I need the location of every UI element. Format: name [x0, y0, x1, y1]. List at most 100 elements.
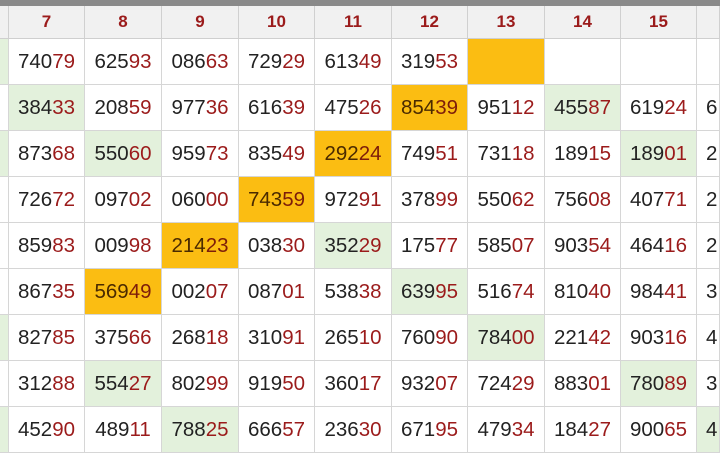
result-cell[interactable]	[0, 223, 9, 269]
result-cell[interactable]	[0, 85, 9, 131]
result-cell[interactable]: 731 18	[468, 131, 545, 177]
result-cell[interactable]: 959 73	[162, 131, 239, 177]
column-header[interactable]: 12	[392, 6, 468, 39]
result-cell[interactable]: 310 91	[239, 315, 315, 361]
result-cell[interactable]: 3	[697, 361, 720, 407]
result-cell[interactable]: 489 11	[85, 407, 162, 453]
result-cell[interactable]	[0, 407, 9, 453]
result-cell[interactable]: 883 01	[545, 361, 621, 407]
result-cell[interactable]: 835 49	[239, 131, 315, 177]
result-cell[interactable]: 919 50	[239, 361, 315, 407]
result-cell[interactable]: 984 41	[621, 269, 697, 315]
result-cell[interactable]: 097 02	[85, 177, 162, 223]
column-header[interactable]: 9	[162, 6, 239, 39]
result-cell[interactable]: 175 77	[392, 223, 468, 269]
column-header[interactable]: 10	[239, 6, 315, 39]
result-cell[interactable]: 760 90	[392, 315, 468, 361]
result-cell[interactable]	[697, 39, 720, 85]
result-cell[interactable]	[0, 315, 9, 361]
result-cell[interactable]: 550 60	[85, 131, 162, 177]
result-cell[interactable]: 214 23	[162, 223, 239, 269]
result-cell[interactable]: 729 29	[239, 39, 315, 85]
result-cell[interactable]: 2	[697, 131, 720, 177]
result-cell[interactable]: 873 68	[9, 131, 85, 177]
result-cell[interactable]: 360 17	[315, 361, 392, 407]
result-cell[interactable]: 613 49	[315, 39, 392, 85]
result-cell[interactable]: 724 29	[468, 361, 545, 407]
result-cell[interactable]: 903 16	[621, 315, 697, 361]
result-cell[interactable]: 932 07	[392, 361, 468, 407]
result-cell[interactable]: 384 33	[9, 85, 85, 131]
result-cell[interactable]	[0, 131, 9, 177]
result-cell[interactable]: 743 59	[239, 177, 315, 223]
column-header[interactable]	[697, 6, 720, 39]
result-cell[interactable]: 4	[697, 315, 720, 361]
result-cell[interactable]: 903 54	[545, 223, 621, 269]
result-cell[interactable]: 616 39	[239, 85, 315, 131]
result-cell[interactable]: 002 07	[162, 269, 239, 315]
result-cell[interactable]: 009 98	[85, 223, 162, 269]
result-cell[interactable]: 6	[697, 85, 720, 131]
result-cell[interactable]: 859 83	[9, 223, 85, 269]
result-cell[interactable]: 827 85	[9, 315, 85, 361]
result-cell[interactable]: 854 39	[392, 85, 468, 131]
result-cell[interactable]	[621, 39, 697, 85]
result-cell[interactable]: 900 65	[621, 407, 697, 453]
result-cell[interactable]: 464 16	[621, 223, 697, 269]
result-cell[interactable]: 619 24	[621, 85, 697, 131]
result-cell[interactable]: 516 74	[468, 269, 545, 315]
result-cell[interactable]: 407 71	[621, 177, 697, 223]
result-cell[interactable]: 2	[697, 177, 720, 223]
result-cell[interactable]: 977 36	[162, 85, 239, 131]
result-cell[interactable]	[0, 177, 9, 223]
result-cell[interactable]: 268 18	[162, 315, 239, 361]
result-cell[interactable]: 784 00	[468, 315, 545, 361]
column-header[interactable]: 15	[621, 6, 697, 39]
result-cell[interactable]: 479 34	[468, 407, 545, 453]
result-cell[interactable]: 038 30	[239, 223, 315, 269]
result-cell[interactable]: 810 40	[545, 269, 621, 315]
result-cell[interactable]: 780 89	[621, 361, 697, 407]
result-cell[interactable]: 554 27	[85, 361, 162, 407]
result-cell[interactable]: 060 00	[162, 177, 239, 223]
column-header[interactable]: 14	[545, 6, 621, 39]
result-cell[interactable]: 086 63	[162, 39, 239, 85]
result-cell[interactable]: 802 99	[162, 361, 239, 407]
column-header[interactable]: 11	[315, 6, 392, 39]
column-header[interactable]	[0, 6, 9, 39]
result-cell[interactable]: 087 01	[239, 269, 315, 315]
result-cell[interactable]: 4	[697, 407, 720, 453]
result-cell[interactable]: 319 53	[392, 39, 468, 85]
result-cell[interactable]: 585 07	[468, 223, 545, 269]
result-cell[interactable]: 756 08	[545, 177, 621, 223]
result-cell[interactable]: 236 30	[315, 407, 392, 453]
result-cell[interactable]: 352 29	[315, 223, 392, 269]
column-header[interactable]: 8	[85, 6, 162, 39]
result-cell[interactable]: 475 26	[315, 85, 392, 131]
result-cell[interactable]: 569 49	[85, 269, 162, 315]
result-cell[interactable]: 375 66	[85, 315, 162, 361]
column-header[interactable]: 7	[9, 6, 85, 39]
result-cell[interactable]: 221 42	[545, 315, 621, 361]
result-cell[interactable]: 550 62	[468, 177, 545, 223]
result-cell[interactable]: 312 88	[9, 361, 85, 407]
result-cell[interactable]: 972 91	[315, 177, 392, 223]
result-cell[interactable]: 538 38	[315, 269, 392, 315]
result-cell[interactable]: 452 90	[9, 407, 85, 453]
result-cell[interactable]: 740 79	[9, 39, 85, 85]
result-cell[interactable]: 292 24	[315, 131, 392, 177]
result-cell[interactable]: 208 59	[85, 85, 162, 131]
result-cell[interactable]: 184 27	[545, 407, 621, 453]
result-cell[interactable]	[545, 39, 621, 85]
result-cell[interactable]: 2	[697, 223, 720, 269]
result-cell[interactable]: 788 25	[162, 407, 239, 453]
result-cell[interactable]: 189 01	[621, 131, 697, 177]
result-cell[interactable]: 726 72	[9, 177, 85, 223]
result-cell[interactable]	[0, 269, 9, 315]
result-cell[interactable]: 951 12	[468, 85, 545, 131]
result-cell[interactable]: 671 95	[392, 407, 468, 453]
result-cell[interactable]: 189 15	[545, 131, 621, 177]
result-cell[interactable]: 749 51	[392, 131, 468, 177]
result-cell[interactable]: 378 99	[392, 177, 468, 223]
result-cell[interactable]: 867 35	[9, 269, 85, 315]
